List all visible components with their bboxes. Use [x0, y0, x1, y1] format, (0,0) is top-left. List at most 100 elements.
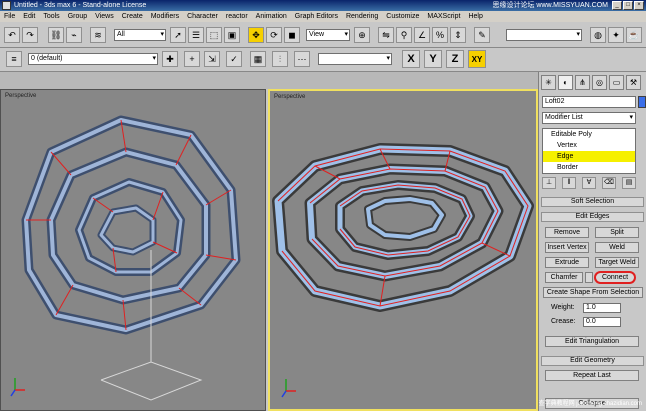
menu-rendering[interactable]: Rendering: [346, 11, 378, 22]
menu-customize[interactable]: Customize: [386, 11, 419, 22]
show-end-result-icon[interactable]: ‖: [562, 177, 576, 189]
align-icon[interactable]: ⫶: [272, 51, 288, 67]
render-scene-icon[interactable]: ✦: [608, 27, 624, 43]
main-toolbar: ↶ ↷ ⛓ ⌁ ≋ All ➚ ☰ ⬚ ▣ ✥ ⟳ ◼ View ⊕ ⇋ ⚲ ∠…: [0, 22, 646, 48]
viewport-left[interactable]: Perspective: [0, 89, 266, 411]
select-rotate-icon[interactable]: ⟳: [266, 27, 282, 43]
connect-button[interactable]: Connect: [595, 272, 635, 283]
redo-icon[interactable]: ↷: [22, 27, 38, 43]
modify-tab-icon[interactable]: ◐: [558, 75, 573, 90]
create-tab-icon[interactable]: ✳: [541, 75, 556, 90]
snap-icon[interactable]: ⚲: [396, 27, 412, 43]
reference-coordinate-dropdown[interactable]: View: [306, 29, 350, 41]
select-by-name-icon[interactable]: ☰: [188, 27, 204, 43]
close-button[interactable]: ×: [634, 1, 644, 10]
extrude-button[interactable]: Extrude: [545, 257, 589, 268]
stack-item-editable-poly[interactable]: Editable Poly: [543, 129, 635, 140]
soft-selection-rollout[interactable]: Soft Selection: [541, 197, 644, 207]
menu-animation[interactable]: Animation: [256, 11, 287, 22]
crease-spinner[interactable]: 0.0: [583, 317, 621, 327]
remove-button[interactable]: Remove: [545, 227, 589, 238]
object-name-field[interactable]: Loft02: [542, 96, 636, 108]
menu-help[interactable]: Help: [468, 11, 482, 22]
select-layer-icon[interactable]: ⇲: [204, 51, 220, 67]
weight-spinner[interactable]: 1.0: [583, 303, 621, 313]
layer-toolbar: ≡ 0 (default) ✚ + ⇲ ✓ ▦ ⫶ ⋯ X Y Z XY: [0, 48, 646, 72]
restrict-z-button[interactable]: Z: [446, 50, 464, 68]
set-current-layer-icon[interactable]: ✓: [226, 51, 242, 67]
viewport-right-label[interactable]: Perspective: [274, 94, 305, 100]
unlink-icon[interactable]: ⌁: [66, 27, 82, 43]
weld-button[interactable]: Weld: [595, 242, 639, 253]
edit-named-selections-icon[interactable]: ✎: [474, 27, 490, 43]
viewport-right-active[interactable]: Perspective: [268, 89, 538, 411]
configure-sets-icon[interactable]: ▤: [622, 177, 636, 189]
viewport-header-bar: [0, 72, 538, 89]
motion-tab-icon[interactable]: ◎: [592, 75, 607, 90]
stack-item-vertex[interactable]: Vertex: [543, 140, 635, 151]
menu-tools[interactable]: Tools: [43, 11, 59, 22]
stack-item-border[interactable]: Border: [543, 162, 635, 173]
menu-maxscript[interactable]: MAXScript: [427, 11, 460, 22]
restrict-y-button[interactable]: Y: [424, 50, 442, 68]
select-link-icon[interactable]: ⛓: [48, 27, 64, 43]
target-weld-button[interactable]: Target Weld: [595, 257, 639, 268]
split-button[interactable]: Split: [595, 227, 639, 238]
repeat-last-button[interactable]: Repeat Last: [545, 370, 639, 381]
layer-dropdown[interactable]: 0 (default): [28, 53, 158, 65]
utilities-tab-icon[interactable]: ⚒: [626, 75, 641, 90]
angle-snap-icon[interactable]: ∠: [414, 27, 430, 43]
mirror-icon[interactable]: ⇋: [378, 27, 394, 43]
remove-modifier-icon[interactable]: ⌫: [602, 177, 616, 189]
pin-stack-icon[interactable]: ⊥: [542, 177, 556, 189]
menu-reactor[interactable]: reactor: [226, 11, 248, 22]
select-move-icon[interactable]: ✥: [248, 27, 264, 43]
make-unique-icon[interactable]: ∀: [582, 177, 596, 189]
app-icon[interactable]: [2, 1, 11, 10]
add-to-layer-icon[interactable]: +: [184, 51, 200, 67]
maximize-button[interactable]: □: [623, 1, 633, 10]
edit-triangulation-button[interactable]: Edit Triangulation: [545, 336, 639, 347]
restrict-xy-button[interactable]: XY: [468, 50, 486, 68]
edit-edges-rollout[interactable]: Edit Edges: [541, 212, 644, 222]
create-layer-icon[interactable]: ✚: [162, 51, 178, 67]
select-object-icon[interactable]: ➚: [170, 27, 186, 43]
restrict-x-button[interactable]: X: [402, 50, 420, 68]
selection-filter-dropdown[interactable]: All: [114, 29, 166, 41]
edit-geometry-rollout[interactable]: Edit Geometry: [541, 356, 644, 366]
named-selection-dropdown[interactable]: [506, 29, 582, 41]
modifier-list-dropdown[interactable]: Modifier List: [542, 112, 636, 124]
minimize-button[interactable]: _: [612, 1, 622, 10]
quick-render-icon[interactable]: ☕: [626, 27, 642, 43]
chamfer-settings-icon[interactable]: [585, 272, 593, 283]
select-scale-icon[interactable]: ◼: [284, 27, 300, 43]
window-crossing-icon[interactable]: ▣: [224, 27, 240, 43]
rect-selection-icon[interactable]: ⬚: [206, 27, 222, 43]
viewport-left-label[interactable]: Perspective: [5, 93, 36, 99]
layer-named-dropdown[interactable]: [318, 53, 392, 65]
chamfer-button[interactable]: Chamfer: [545, 272, 583, 283]
insert-vertex-button[interactable]: Insert Vertex: [545, 242, 589, 253]
menu-group[interactable]: Group: [68, 11, 87, 22]
undo-icon[interactable]: ↶: [4, 27, 20, 43]
menu-character[interactable]: Character: [187, 11, 218, 22]
hierarchy-tab-icon[interactable]: ⋔: [575, 75, 590, 90]
menu-graph-editors[interactable]: Graph Editors: [295, 11, 338, 22]
spacing-icon[interactable]: ⋯: [294, 51, 310, 67]
menu-views[interactable]: Views: [95, 11, 114, 22]
bind-space-warp-icon[interactable]: ≋: [90, 27, 106, 43]
menu-file[interactable]: File: [4, 11, 15, 22]
menu-edit[interactable]: Edit: [23, 11, 35, 22]
percent-snap-icon[interactable]: %: [432, 27, 448, 43]
array-icon[interactable]: ▦: [250, 51, 266, 67]
stack-item-edge[interactable]: Edge: [543, 151, 635, 162]
menu-create[interactable]: Create: [122, 11, 143, 22]
spinner-snap-icon[interactable]: ⇕: [450, 27, 466, 43]
pivot-center-icon[interactable]: ⊕: [354, 27, 370, 43]
object-color-swatch[interactable]: [638, 96, 646, 108]
create-shape-button[interactable]: Create Shape From Selection: [543, 287, 643, 298]
display-tab-icon[interactable]: ▭: [609, 75, 624, 90]
menu-modifiers[interactable]: Modifiers: [151, 11, 179, 22]
material-editor-icon[interactable]: ◍: [590, 27, 606, 43]
layer-manager-icon[interactable]: ≡: [6, 51, 22, 67]
